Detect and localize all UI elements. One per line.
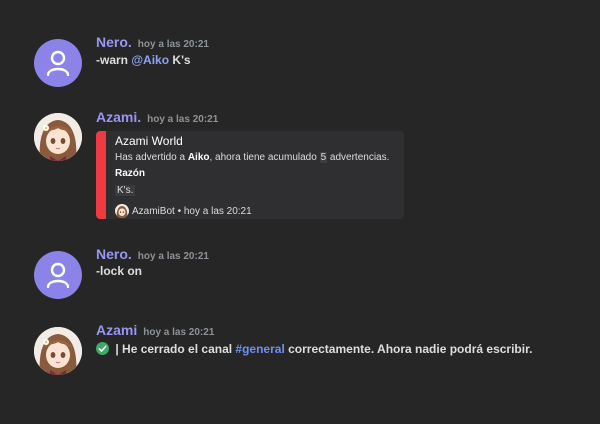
message-text: -warn: [96, 53, 132, 67]
user-mention[interactable]: @Aiko: [131, 53, 169, 67]
username[interactable]: Nero.: [96, 246, 132, 262]
avatar-azami[interactable]: [34, 113, 82, 161]
avatar-azami[interactable]: [34, 327, 82, 375]
anime-girl-avatar-icon: [34, 113, 82, 161]
anime-girl-avatar-icon: [34, 327, 82, 375]
embed-field-value: K's.: [115, 185, 136, 196]
bot-embed: Azami World Has advertido a Aiko, ahora …: [96, 131, 404, 219]
message-header: Azami. hoy a las 20:21: [96, 109, 218, 127]
user-silhouette-icon: [46, 262, 70, 288]
footer-avatar-icon: [115, 204, 129, 218]
embed-footer-text: AzamiBot • hoy a las 20:21: [132, 205, 252, 217]
timestamp: hoy a las 20:21: [137, 251, 209, 262]
message-header: Nero. hoy a las 20:21: [96, 34, 209, 52]
message-content: -warn @Aiko K's: [96, 53, 191, 67]
channel-mention[interactable]: #general: [235, 342, 284, 356]
message-text-suffix: correctamente. Ahora nadie podrá escribi…: [284, 342, 533, 356]
message-text: | He cerrado el canal: [112, 342, 236, 356]
message-header: Nero. hoy a las 20:21: [96, 246, 209, 264]
embed-desc-text-3: advertencias.: [327, 152, 390, 163]
username[interactable]: Azami.: [96, 109, 141, 125]
message-content: | He cerrado el canal #general correctam…: [96, 342, 532, 356]
message-1: Nero. hoy a las 20:21 -warn @Aiko K's: [0, 33, 600, 89]
embed-desc-user: Aiko: [187, 152, 210, 163]
message-4: Azami hoy a las 20:21 | He cerrado el can…: [0, 322, 600, 378]
timestamp: hoy a las 20:21: [137, 39, 209, 50]
message-header: Azami hoy a las 20:21: [96, 322, 214, 340]
embed-description: Has advertido a Aiko, ahora tiene acumul…: [115, 152, 389, 163]
embed-field-name: Razón: [115, 168, 145, 179]
username[interactable]: Azami: [96, 322, 137, 338]
timestamp: hoy a las 20:21: [143, 327, 215, 338]
warning-count: 5: [319, 152, 328, 163]
user-silhouette-icon: [46, 50, 70, 76]
message-text-suffix: K's: [169, 53, 191, 67]
message-2: Azami. hoy a las 20:21 Azami World Has ad…: [0, 109, 600, 221]
embed-title: Azami World: [115, 134, 183, 148]
check-circle-icon: [96, 342, 109, 355]
username[interactable]: Nero.: [96, 34, 132, 50]
embed-accent-bar: [96, 131, 106, 219]
message-3: Nero. hoy a las 20:21 -lock on: [0, 245, 600, 301]
embed-desc-text-2: , ahora tiene acumulado: [209, 152, 320, 163]
embed-desc-text: Has advertido a: [115, 152, 188, 163]
embed-footer: AzamiBot • hoy a las 20:21: [115, 204, 252, 218]
message-content: -lock on: [96, 264, 143, 278]
avatar-nero[interactable]: [34, 251, 82, 299]
avatar-nero[interactable]: [34, 39, 82, 87]
timestamp: hoy a las 20:21: [147, 114, 219, 125]
